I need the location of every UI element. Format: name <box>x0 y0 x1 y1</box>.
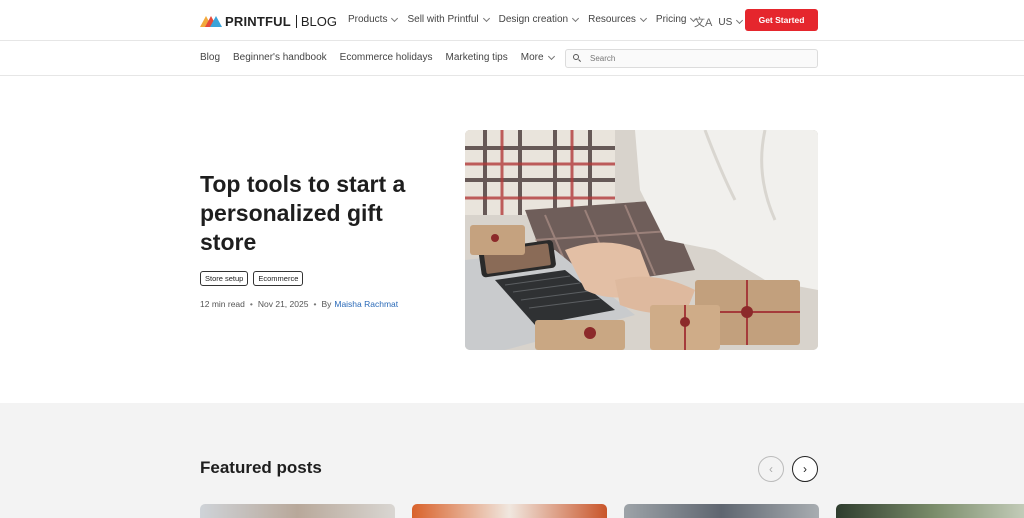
main-menu: Products Sell with Printful Design creat… <box>348 14 706 25</box>
featured-post-card[interactable] <box>836 504 1024 518</box>
top-nav: PRINTFUL BLOG Products Sell with Printfu… <box>0 0 1024 41</box>
subnav-item-blog[interactable]: Blog <box>200 52 220 63</box>
logo-text: PRINTFUL <box>225 13 291 29</box>
featured-posts-section: Featured posts ‹ › <box>0 403 1024 518</box>
menu-label: Design creation <box>498 14 569 25</box>
menu-sell-with-printful[interactable]: Sell with Printful <box>407 14 490 25</box>
tag-ecommerce[interactable]: Ecommerce <box>253 271 304 286</box>
menu-label: Sell with Printful <box>407 14 479 25</box>
article-hero-image[interactable] <box>465 130 818 350</box>
article-tags: Store setup Ecommerce <box>200 271 308 286</box>
menu-design-creation[interactable]: Design creation <box>498 14 580 25</box>
language-selector[interactable]: 文A US <box>694 14 744 30</box>
featured-posts-title: Featured posts <box>200 458 322 477</box>
publish-date: Nov 21, 2025 <box>257 299 309 309</box>
carousel-prev-button[interactable]: ‹ <box>758 456 784 482</box>
menu-resources[interactable]: Resources <box>588 14 647 25</box>
logo-blog-label: BLOG <box>300 13 337 29</box>
search-icon <box>573 54 582 63</box>
blog-subnav: Blog Beginner's handbook Ecommerce holid… <box>0 41 1024 76</box>
chevron-down-icon <box>482 14 490 22</box>
subnav-item-more[interactable]: More <box>520 52 555 63</box>
featured-post-card[interactable] <box>624 504 819 518</box>
meta-separator: • <box>249 299 253 309</box>
chevron-left-icon: ‹ <box>769 462 773 476</box>
featured-posts-carousel <box>200 504 1024 518</box>
author-link[interactable]: Maisha Rachmat <box>334 299 398 309</box>
subnav-more-label: More <box>520 52 544 63</box>
menu-pricing[interactable]: Pricing <box>655 14 698 25</box>
printful-blog-logo[interactable]: PRINTFUL BLOG <box>200 13 337 29</box>
chevron-down-icon <box>639 14 647 22</box>
printful-logo-icon <box>200 15 222 27</box>
featured-post-card[interactable] <box>412 504 607 518</box>
subnav-item-marketing-tips[interactable]: Marketing tips <box>445 52 507 63</box>
tag-store-setup[interactable]: Store setup <box>200 271 249 286</box>
subnav-item-beginners-handbook[interactable]: Beginner's handbook <box>233 52 327 63</box>
menu-label: Resources <box>588 14 636 25</box>
logo-divider <box>295 14 297 28</box>
menu-label: Pricing <box>655 14 687 25</box>
chevron-down-icon <box>572 14 580 22</box>
menu-products[interactable]: Products <box>348 14 399 25</box>
article-meta: 12 min read • Nov 21, 2025 • By Maisha R… <box>200 299 398 309</box>
translate-icon: 文A <box>694 17 713 29</box>
search-input[interactable] <box>590 54 790 63</box>
featured-post-card[interactable] <box>200 504 395 518</box>
language-label: US <box>718 16 733 28</box>
carousel-next-button[interactable]: › <box>792 456 818 482</box>
menu-label: Products <box>348 14 388 25</box>
subnav-item-ecommerce-holidays[interactable]: Ecommerce holidays <box>340 52 433 63</box>
blog-categories: Blog Beginner's handbook Ecommerce holid… <box>200 52 567 63</box>
chevron-down-icon <box>736 16 744 25</box>
article-title[interactable]: Top tools to start a personalized gift s… <box>200 170 440 257</box>
chevron-down-icon <box>391 14 399 22</box>
hero-photo-illustration <box>465 130 818 350</box>
by-label: By <box>321 299 332 309</box>
chevron-right-icon: › <box>803 462 807 476</box>
chevron-down-icon <box>547 52 555 60</box>
get-started-button[interactable]: Get Started <box>745 9 818 31</box>
meta-separator: • <box>313 299 317 309</box>
read-time: 12 min read <box>200 299 245 309</box>
search-box[interactable] <box>565 49 818 68</box>
